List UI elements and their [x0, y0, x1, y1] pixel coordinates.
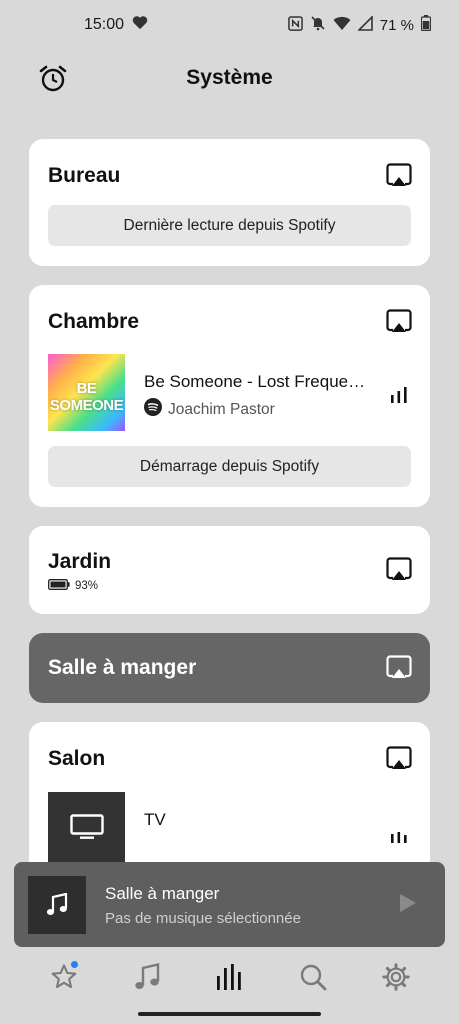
- page-title: Système: [186, 66, 273, 89]
- room-name: Jardin: [48, 550, 112, 573]
- now-playing-thumbnail: [28, 876, 86, 934]
- bottom-nav: [0, 950, 459, 1004]
- battery-icon: [48, 579, 70, 593]
- airplay-icon[interactable]: [386, 557, 412, 583]
- start-spotify-button[interactable]: Démarrage depuis Spotify: [48, 446, 411, 487]
- alarm-button[interactable]: [38, 64, 68, 94]
- tv-thumbnail[interactable]: [48, 792, 125, 862]
- music-note-icon: [134, 963, 159, 989]
- system-bars-icon: [216, 964, 241, 990]
- battery-level: 93%: [75, 580, 99, 592]
- airplay-icon[interactable]: [386, 746, 412, 772]
- now-playing-status: Pas de musique sélectionnée: [105, 910, 301, 927]
- play-button[interactable]: [399, 893, 417, 918]
- mute-icon: [310, 15, 326, 35]
- home-indicator[interactable]: [138, 1012, 321, 1016]
- airplay-icon[interactable]: [386, 163, 412, 189]
- battery-icon: [420, 15, 432, 35]
- wifi-icon: [333, 16, 351, 35]
- equalizer-icon: [390, 830, 408, 848]
- signal-icon: [356, 14, 373, 35]
- search-icon: [300, 964, 326, 991]
- now-playing-room: Salle à manger: [105, 884, 220, 903]
- tv-icon: [69, 814, 104, 839]
- room-card-chambre[interactable]: Chambre BE SOMEONE Be Someone - Lost Fre…: [29, 285, 430, 507]
- room-name: Chambre: [48, 310, 140, 333]
- gear-icon: [381, 963, 410, 991]
- album-art[interactable]: BE SOMEONE: [48, 354, 125, 431]
- now-playing-bar[interactable]: Salle à manger Pas de musique sélectionn…: [14, 862, 445, 947]
- header: Système: [0, 55, 459, 101]
- room-name: Bureau: [48, 164, 121, 187]
- room-card-jardin[interactable]: Jardin 93%: [29, 526, 430, 614]
- nfc-icon: [287, 15, 303, 35]
- nav-favorites[interactable]: [44, 957, 84, 997]
- track-title: Be Someone - Lost Frequencies: [144, 372, 369, 391]
- room-card-salle-a-manger[interactable]: Salle à manger: [29, 633, 430, 703]
- music-note-icon: [46, 893, 68, 915]
- nav-music[interactable]: [127, 957, 167, 997]
- equalizer-icon: [390, 386, 408, 408]
- status-bar: 15:00 71 %: [0, 0, 459, 50]
- status-time: 15:00: [84, 16, 125, 33]
- album-art-text: BE SOMEONE: [49, 380, 124, 414]
- battery-percent: 71 %: [379, 16, 414, 34]
- track-artist-row: Joachim Pastor: [144, 398, 275, 421]
- airplay-icon[interactable]: [386, 309, 412, 335]
- alarm-icon: [39, 65, 67, 92]
- room-card-bureau[interactable]: Bureau Dernière lecture depuis Spotify: [29, 139, 430, 266]
- heart-icon: [132, 15, 148, 35]
- room-name: Salle à manger: [48, 656, 197, 679]
- play-icon: [400, 894, 416, 912]
- room-name: Salon: [48, 747, 106, 770]
- nav-system[interactable]: [210, 957, 250, 997]
- notification-dot: [70, 961, 78, 968]
- spotify-icon: [144, 398, 162, 421]
- source-label: TV: [144, 810, 166, 829]
- airplay-icon[interactable]: [386, 655, 412, 681]
- last-played-spotify-button[interactable]: Dernière lecture depuis Spotify: [48, 205, 411, 246]
- artist-name: Joachim Pastor: [168, 400, 275, 418]
- battery-status: 93%: [48, 579, 98, 593]
- nav-settings[interactable]: [376, 957, 416, 997]
- room-card-salon[interactable]: Salon TV: [29, 722, 430, 882]
- nav-search[interactable]: [293, 957, 333, 997]
